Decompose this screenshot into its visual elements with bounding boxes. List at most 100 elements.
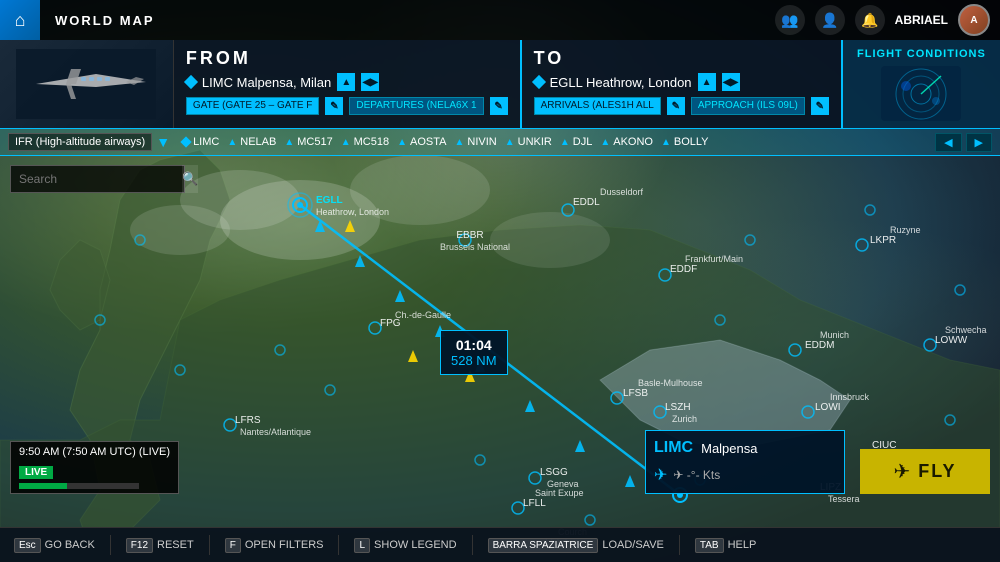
live-progress-bar bbox=[19, 483, 139, 489]
home-icon: ⌂ bbox=[15, 10, 26, 31]
divider-4 bbox=[472, 535, 473, 555]
to-airport-btn[interactable]: ▲ bbox=[698, 73, 716, 91]
svg-text:Geneva: Geneva bbox=[547, 479, 579, 489]
from-airport-btn[interactable]: ▲ bbox=[337, 73, 355, 91]
waypoint-unkir[interactable]: ▲ UNKIR bbox=[505, 136, 552, 148]
departures-tag[interactable]: DEPARTURES (NELA6X 1 bbox=[349, 97, 483, 115]
help-button[interactable]: TAB HELP bbox=[689, 538, 762, 553]
from-info-bar: GATE (GATE 25 – GATE F ✎ DEPARTURES (NEL… bbox=[186, 97, 508, 115]
from-airport-row: LIMC Malpensa, Milan ▲ ◀▶ bbox=[186, 73, 508, 91]
waypoint-mc518[interactable]: ▲ MC518 bbox=[341, 136, 389, 148]
weather-section: FLIGHT CONDITIONS bbox=[841, 40, 1000, 128]
esc-key: Esc bbox=[14, 538, 41, 553]
svg-text:LFSB: LFSB bbox=[623, 388, 648, 399]
divider-3 bbox=[338, 535, 339, 555]
svg-text:EDDM: EDDM bbox=[805, 340, 834, 351]
svg-text:LOWW: LOWW bbox=[935, 335, 968, 346]
arrivals-tag[interactable]: ARRIVALS (ALES1H ALL bbox=[534, 97, 661, 115]
load-save-button[interactable]: BARRA SPAZIATRICE LOAD/SAVE bbox=[482, 538, 670, 553]
user-name: ABRIAEL bbox=[895, 13, 948, 27]
divider-2 bbox=[209, 535, 210, 555]
weather-title: FLIGHT CONDITIONS bbox=[857, 48, 986, 60]
departures-edit-btn[interactable]: ✎ bbox=[490, 97, 508, 115]
svg-text:LFRS: LFRS bbox=[235, 415, 261, 426]
svg-text:EDDL: EDDL bbox=[573, 197, 600, 208]
f12-key: F12 bbox=[126, 538, 153, 553]
gate-tag[interactable]: GATE (GATE 25 – GATE F bbox=[186, 97, 319, 115]
open-filters-button[interactable]: F OPEN FILTERS bbox=[219, 538, 330, 553]
svg-text:Frankfurt/Main: Frankfurt/Main bbox=[685, 254, 743, 264]
from-diamond bbox=[184, 75, 198, 89]
airport-info-card: LIMC Malpensa ✈ ✈ -°- Kts bbox=[645, 430, 845, 494]
waypoint-mc517[interactable]: ▲ MC517 bbox=[284, 136, 332, 148]
search-bar: 🔍 bbox=[10, 165, 185, 193]
f-key: F bbox=[225, 538, 241, 553]
flight-duration: 01:04 bbox=[451, 337, 497, 353]
go-back-button[interactable]: Esc GO BACK bbox=[8, 538, 101, 553]
waypoint-limc[interactable]: LIMC bbox=[182, 136, 219, 148]
svg-text:EGLL: EGLL bbox=[316, 195, 343, 206]
tab-key: TAB bbox=[695, 538, 724, 553]
show-legend-button[interactable]: L SHOW LEGEND bbox=[348, 538, 462, 553]
approach-tag[interactable]: APPROACH (ILS 09L) bbox=[691, 97, 805, 115]
from-airport-name: LIMC Malpensa, Milan bbox=[202, 75, 331, 90]
user-avatar[interactable]: A bbox=[958, 4, 990, 36]
waypoint-aosta[interactable]: ▲ AOSTA bbox=[397, 136, 446, 148]
nav-controls: ◀ ▶ bbox=[935, 133, 992, 152]
svg-text:Tessera: Tessera bbox=[828, 494, 860, 504]
live-panel: 9:50 AM (7:50 AM UTC) (LIVE) LIVE bbox=[10, 441, 179, 494]
search-input[interactable] bbox=[11, 172, 182, 186]
airport-card-speed-row: ✈ ✈ -°- Kts bbox=[654, 465, 836, 485]
svg-text:LSZH: LSZH bbox=[665, 402, 691, 413]
waypoint-bolly[interactable]: ▲ BOLLY bbox=[661, 136, 709, 148]
waypoint-djl[interactable]: ▲ DJL bbox=[560, 136, 592, 148]
help-label: HELP bbox=[728, 539, 757, 551]
to-airport-row: EGLL Heathrow, London ▲ ◀▶ bbox=[534, 73, 829, 91]
svg-text:Innsbruck: Innsbruck bbox=[830, 392, 870, 402]
to-label: TO bbox=[534, 48, 829, 69]
multiplayer-icon[interactable]: 👥 bbox=[775, 5, 805, 35]
bottom-toolbar: Esc GO BACK F12 RESET F OPEN FILTERS L S… bbox=[0, 527, 1000, 562]
plane-takeoff-icon: ✈ bbox=[654, 465, 667, 485]
from-swap-btn[interactable]: ◀▶ bbox=[361, 73, 379, 91]
gate-edit-btn[interactable]: ✎ bbox=[325, 97, 343, 115]
svg-text:LOWI: LOWI bbox=[815, 402, 841, 413]
airport-speed-text: ✈ -°- Kts bbox=[673, 468, 720, 482]
weather-radar bbox=[881, 66, 961, 121]
svg-text:EDDF: EDDF bbox=[670, 264, 697, 275]
svg-text:LKPR: LKPR bbox=[870, 235, 896, 246]
approach-edit-btn[interactable]: ✎ bbox=[811, 97, 829, 115]
fly-icon: ✈ bbox=[893, 459, 910, 484]
svg-text:Heathrow, London: Heathrow, London bbox=[316, 207, 389, 217]
search-button[interactable]: 🔍 bbox=[182, 165, 198, 193]
nav-next[interactable]: ▶ bbox=[966, 133, 992, 152]
open-filters-label: OPEN FILTERS bbox=[245, 539, 324, 551]
waypoint-nivin[interactable]: ▲ NIVIN bbox=[454, 136, 496, 148]
airport-icao-code: LIMC bbox=[654, 439, 693, 457]
profile-icon[interactable]: 👤 bbox=[815, 5, 845, 35]
svg-text:LSGG: LSGG bbox=[540, 467, 568, 478]
arrivals-edit-btn[interactable]: ✎ bbox=[667, 97, 685, 115]
ifr-selector[interactable]: IFR (High-altitude airways) ▼ bbox=[8, 133, 170, 151]
airport-full-name: Malpensa bbox=[701, 441, 757, 456]
live-badge: LIVE bbox=[19, 466, 53, 479]
waypoint-akono[interactable]: ▲ AKONO bbox=[600, 136, 653, 148]
svg-text:Munich: Munich bbox=[820, 330, 849, 340]
header-title: WORLD MAP bbox=[40, 13, 170, 28]
l-key: L bbox=[354, 538, 370, 553]
svg-text:Nantes/Atlantique: Nantes/Atlantique bbox=[240, 427, 311, 437]
to-swap-btn[interactable]: ◀▶ bbox=[722, 73, 740, 91]
nav-prev[interactable]: ◀ bbox=[935, 133, 961, 152]
fly-button[interactable]: ✈ FLY bbox=[860, 449, 990, 494]
svg-text:Brussels National: Brussels National bbox=[440, 242, 510, 252]
waypoint-nelab[interactable]: ▲ NELAB bbox=[227, 136, 276, 148]
ifr-label: IFR (High-altitude airways) bbox=[8, 133, 152, 151]
header-logo[interactable]: ⌂ bbox=[0, 0, 40, 40]
svg-text:Ch.-de-Gaulle: Ch.-de-Gaulle bbox=[395, 310, 451, 320]
from-label: FROM bbox=[186, 48, 508, 69]
notifications-icon[interactable]: 🔔 bbox=[855, 5, 885, 35]
to-airport-name: EGLL Heathrow, London bbox=[550, 75, 692, 90]
reset-button[interactable]: F12 RESET bbox=[120, 538, 200, 553]
flight-distance: 528 NM bbox=[451, 353, 497, 368]
plane-thumbnail bbox=[0, 40, 174, 128]
